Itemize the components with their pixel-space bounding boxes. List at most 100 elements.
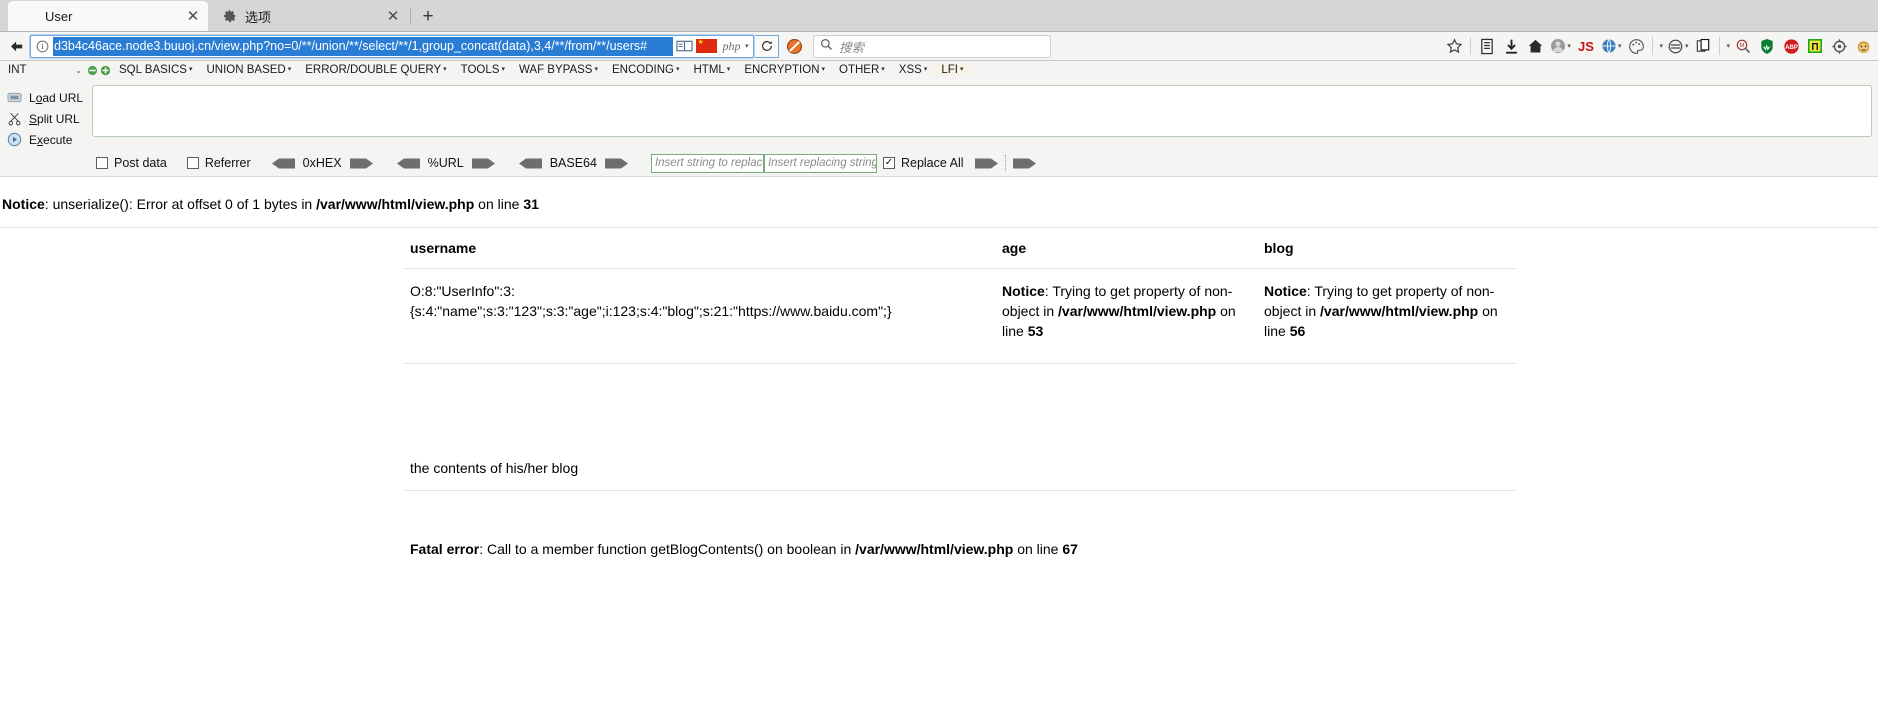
- chevron-down-icon[interactable]: ⌄: [75, 66, 82, 75]
- info-circle-icon[interactable]: [31, 40, 53, 53]
- column-header-age: age: [996, 227, 1258, 269]
- chevron-down-icon[interactable]: ▾: [1567, 42, 1571, 50]
- url-encode-arrow-icon[interactable]: [471, 157, 496, 170]
- post-data-label: Post data: [114, 156, 167, 170]
- chevron-down-icon[interactable]: ▾: [744, 42, 748, 50]
- notice-file: /var/www/html/view.php: [1058, 302, 1217, 319]
- replace-apply-arrow-icon[interactable]: [974, 157, 999, 170]
- bookmark-star-icon[interactable]: [1443, 34, 1465, 58]
- hex-decode-arrow-icon[interactable]: [271, 157, 296, 170]
- hackbar-menu-encoding[interactable]: ENCODING ▾: [605, 64, 687, 76]
- svg-text:Π: Π: [1811, 42, 1818, 53]
- post-data-option[interactable]: Post data: [96, 156, 167, 170]
- column-header-blog: blog: [1258, 227, 1516, 269]
- hackbar-action-list: Load URL Split URL Execute: [0, 83, 92, 150]
- column-header-username: username: [404, 227, 996, 269]
- hackbar-menu-tools[interactable]: TOOLS ▾: [454, 64, 512, 76]
- browser-globe-icon[interactable]: ▾: [1599, 34, 1624, 58]
- library-icon[interactable]: [1476, 34, 1498, 58]
- reload-icon[interactable]: [755, 34, 779, 58]
- browser-tab-user[interactable]: User ✕: [8, 1, 208, 31]
- toolbar-divider: [1470, 37, 1472, 55]
- settings-gear-icon[interactable]: [1828, 34, 1850, 58]
- replace-all-checkbox[interactable]: ✓: [882, 157, 895, 169]
- hackbar-menu-lfi[interactable]: LFI ▾: [934, 64, 971, 76]
- load-url-button[interactable]: Load URL: [0, 87, 92, 108]
- back-arrow-icon[interactable]: [4, 34, 28, 58]
- split-url-button[interactable]: Split URL: [0, 108, 92, 129]
- reader-mode-icon[interactable]: [676, 39, 694, 54]
- browser-tab-options[interactable]: 选项 ✕: [208, 1, 408, 31]
- zoom-search-icon[interactable]: M: [1732, 34, 1754, 58]
- url-decode-arrow-icon[interactable]: [396, 157, 421, 170]
- menu-label: HTML: [693, 64, 725, 76]
- chevron-down-icon[interactable]: ▾: [1726, 42, 1730, 50]
- replace-with-input[interactable]: Insert replacing string: [763, 153, 877, 173]
- china-flag-icon[interactable]: [696, 38, 718, 53]
- hex-encode-arrow-icon[interactable]: [349, 157, 374, 170]
- hackbar-menu-error-double-query[interactable]: ERROR/DOUBLE QUERY ▾: [298, 64, 453, 76]
- copy-page-icon[interactable]: [1692, 34, 1714, 58]
- php-badge-label: php: [722, 38, 741, 53]
- replace-search-input[interactable]: Insert string to replace: [650, 153, 764, 173]
- base64-decode-arrow-icon[interactable]: [518, 157, 543, 170]
- options-divider: [1004, 155, 1006, 171]
- table-header-row: username age blog: [404, 227, 1516, 269]
- chevron-down-icon[interactable]: ▾: [1659, 42, 1663, 50]
- wot-shield-icon[interactable]: [1756, 34, 1778, 58]
- replace-all-option[interactable]: ✓ Replace All: [882, 156, 964, 170]
- minus-circle-icon[interactable]: [86, 65, 99, 76]
- fatal-file: /var/www/html/view.php: [855, 541, 1014, 558]
- close-icon[interactable]: ✕: [384, 7, 402, 25]
- post-data-checkbox[interactable]: [96, 157, 108, 169]
- execute-button[interactable]: Execute: [0, 129, 92, 150]
- svg-text:ABP: ABP: [1785, 44, 1798, 50]
- adblock-plus-icon[interactable]: ABP: [1780, 34, 1802, 58]
- chevron-down-icon[interactable]: ▾: [1618, 42, 1622, 50]
- hackbar-int-select[interactable]: INT ⌄: [8, 64, 86, 76]
- close-icon[interactable]: ✕: [184, 7, 202, 25]
- url-value: d3b4c46ace.node3.buuoj.cn/view.php?no=0/…: [54, 38, 648, 53]
- base64-encode-arrow-icon[interactable]: [604, 157, 629, 170]
- plus-circle-icon[interactable]: [99, 65, 112, 76]
- hackbar-menu-union-based[interactable]: UNION BASED ▾: [199, 64, 298, 76]
- menu-label: ENCRYPTION: [744, 64, 820, 76]
- url-bar[interactable]: d3b4c46ace.node3.buuoj.cn/view.php?no=0/…: [30, 34, 754, 58]
- hackbar-body: Load URL Split URL Execute: [0, 79, 1878, 150]
- cell-age: Notice: Trying to get property of non-ob…: [996, 268, 1258, 365]
- hackbar-menu-sql-basics[interactable]: SQL BASICS ▾: [112, 64, 199, 76]
- php-badge[interactable]: php ▾: [720, 39, 750, 54]
- monkey-userscript-icon[interactable]: [1852, 34, 1874, 58]
- chevron-down-icon[interactable]: ▾: [1685, 42, 1689, 50]
- fatal-online: on line: [1013, 541, 1063, 558]
- javascript-toggle-icon[interactable]: JS: [1575, 34, 1597, 58]
- split-url-icon: [6, 111, 22, 127]
- referrer-checkbox[interactable]: [186, 157, 199, 169]
- hackbar-menu-other[interactable]: OTHER ▾: [832, 64, 892, 76]
- hackbar-menu-row: INT ⌄ SQL BASICS ▾ UNION BASED ▾ ERROR/DOU…: [0, 61, 1878, 79]
- url-input[interactable]: d3b4c46ace.node3.buuoj.cn/view.php?no=0/…: [53, 36, 674, 56]
- hackbar-menu-encryption[interactable]: ENCRYPTION ▾: [737, 64, 832, 76]
- new-tab-button[interactable]: +: [413, 3, 443, 31]
- chevron-down-icon: ▾: [881, 66, 885, 73]
- account-avatar-icon[interactable]: ▾: [1548, 34, 1573, 58]
- downloads-icon[interactable]: [1500, 34, 1522, 58]
- search-input[interactable]: 搜索: [813, 34, 1051, 58]
- hackbar-menu-waf-bypass[interactable]: WAF BYPASS ▾: [512, 64, 605, 76]
- extra-apply-arrow-icon[interactable]: [1012, 157, 1037, 170]
- execute-icon: [6, 132, 22, 148]
- menu-label: TOOLS: [460, 64, 500, 76]
- search-placeholder: 搜索: [839, 40, 865, 55]
- hackbar-menu-xss[interactable]: XSS ▾: [892, 64, 935, 76]
- proxy-swap-icon[interactable]: ▾: [1665, 34, 1691, 58]
- proxy-flag-icon[interactable]: Π: [1804, 34, 1826, 58]
- no-script-blocked-icon[interactable]: [781, 34, 807, 58]
- fatal-text: : Call to a member function getBlogConte…: [479, 541, 856, 558]
- home-icon[interactable]: [1524, 34, 1546, 58]
- referrer-option[interactable]: Referrer: [186, 156, 251, 170]
- hackbar-menu-html[interactable]: HTML ▾: [686, 64, 737, 76]
- hackbar-request-textarea[interactable]: [92, 85, 1872, 137]
- hex-label: 0xHEX: [302, 156, 342, 170]
- palette-icon[interactable]: [1625, 34, 1647, 58]
